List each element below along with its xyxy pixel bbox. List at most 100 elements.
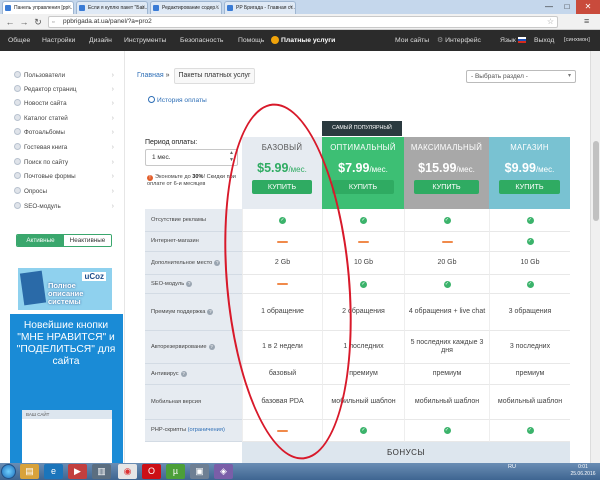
sidebar-item[interactable]: Редактор страниц ›	[14, 83, 114, 96]
check-icon: ✓	[526, 216, 534, 224]
not-included-icon	[358, 240, 369, 243]
buy-button[interactable]: КУПИТЬ	[332, 180, 394, 194]
sidebar-item[interactable]: Опросы ›	[14, 185, 114, 198]
feature-label: Интернет-магазин	[151, 238, 199, 244]
ie-icon[interactable]: e	[44, 464, 63, 479]
photoshop-icon[interactable]: ▣	[190, 464, 209, 479]
close-window-button[interactable]: ✕	[576, 0, 600, 14]
browser-menu-icon[interactable]: ≡	[584, 16, 589, 26]
nav-interface[interactable]: ⚙ Интерфейс	[437, 30, 481, 51]
feature-cell: 4 обращения + live chat	[404, 294, 489, 331]
nav-help[interactable]: Помощь	[238, 30, 264, 51]
help-icon[interactable]: ?	[180, 370, 187, 377]
plan-name: МАГАЗИН	[510, 143, 549, 152]
breadcrumb-current: Пакеты платных услуг	[174, 68, 255, 84]
banner-text: Новейшие кнопки "МНЕ НРАВИТСЯ" и "ПОДЕЛИ…	[16, 320, 116, 367]
url-input[interactable]: ▫ ppbrigada.at.ua/panel/?a=pro2 ☆	[48, 16, 558, 28]
utorrent-icon[interactable]: µ	[166, 464, 185, 479]
nav-design[interactable]: Дизайн	[89, 30, 112, 51]
help-icon[interactable]: ?	[207, 308, 214, 315]
gear-icon: ⚙	[437, 37, 444, 44]
sidebar-item[interactable]: Гостевая книга ›	[14, 141, 114, 154]
sidebar-item[interactable]: Почтовые формы ›	[14, 170, 114, 183]
system-clock[interactable]: 0:01 25.06.2016	[566, 464, 600, 478]
module-icon	[14, 187, 21, 194]
minimize-button[interactable]: —	[540, 0, 558, 14]
chevron-right-icon: ›	[111, 129, 114, 136]
close-tab-icon[interactable]: ×	[67, 2, 71, 14]
sidebar-item[interactable]: SEO-модуль ›	[14, 200, 114, 213]
check-icon: ✓	[360, 427, 367, 434]
nav-language[interactable]: Язык	[500, 30, 528, 51]
ucoz-ad-text: Полное описание системы	[48, 281, 84, 306]
back-icon[interactable]: ←	[4, 16, 16, 28]
period-select[interactable]: 1 мес. ▲ ▼	[145, 149, 238, 166]
feature-value: премиум	[515, 370, 545, 377]
close-tab-icon[interactable]: ×	[289, 2, 293, 14]
media-player-icon[interactable]: ▶	[68, 464, 87, 479]
close-tab-icon[interactable]: ×	[215, 2, 219, 14]
breadcrumb-home-link[interactable]: Главная	[137, 72, 164, 79]
module-icon	[14, 158, 21, 165]
system-tray-language[interactable]: RU	[508, 464, 516, 470]
section-select[interactable]: - Выбрать раздел - ▾	[466, 70, 576, 83]
scrollbar-thumb[interactable]	[593, 141, 599, 221]
nav-my-sites[interactable]: Мои сайты	[395, 30, 429, 51]
filter-inactive-button[interactable]: Неактивные	[64, 235, 111, 246]
sidebar-item[interactable]: Поиск по сайту ›	[14, 156, 114, 169]
forward-icon[interactable]: →	[18, 16, 30, 28]
ucoz-ad-banner[interactable]: uCoz Полное описание системы	[18, 268, 112, 310]
nav-logout[interactable]: Выход	[534, 30, 554, 51]
feature-value: 3 обращения	[508, 308, 552, 315]
nav-security[interactable]: Безопасность	[180, 30, 223, 51]
like-share-banner[interactable]: Новейшие кнопки "МНЕ НРАВИТСЯ" и "ПОДЕЛИ…	[10, 314, 123, 463]
chevron-right-icon: ›	[111, 188, 114, 195]
browser-tab[interactable]: Панель управления [pp... ×	[2, 1, 74, 14]
help-icon[interactable]: ?	[186, 280, 193, 287]
browser-tab[interactable]: Редактирование содер... ×	[150, 1, 222, 14]
filter-active-button[interactable]: Активные	[17, 235, 64, 246]
window-controls: — □ ✕	[540, 0, 600, 14]
sidebar-item[interactable]: Фотоальбомы ›	[14, 126, 114, 139]
discount-hint: ! Экономьте до 30%! Скидки при оплате от …	[147, 174, 236, 187]
feature-label-cell: Авторезервирование?	[145, 331, 242, 364]
maximize-button[interactable]: □	[558, 0, 576, 14]
help-icon[interactable]: ?	[208, 343, 215, 350]
browser-tab[interactable]: PP Бригада - Главная ст... ×	[224, 1, 296, 14]
nav-settings[interactable]: Настройки	[42, 30, 75, 51]
favicon-icon	[5, 5, 11, 11]
opera-icon[interactable]: O	[142, 464, 161, 479]
sidebar-item[interactable]: Новости сайта ›	[14, 97, 114, 110]
reload-icon[interactable]: ↻	[32, 16, 44, 28]
help-icon[interactable]: ?	[214, 259, 221, 266]
app-icon[interactable]: ◈	[214, 464, 233, 479]
start-button[interactable]	[1, 464, 16, 479]
chrome-icon[interactable]: ◉	[118, 464, 137, 479]
browser-tab[interactable]: Если я куплю пакет "Баз... ×	[76, 1, 148, 14]
feature-cell: мобильный шаблон	[489, 385, 570, 420]
nav-premium-services[interactable]: Платные услуги	[271, 30, 335, 51]
plan-name: МАКСИМАЛЬНЫЙ	[410, 143, 483, 152]
scrollbar[interactable]	[590, 51, 600, 463]
chevron-right-icon: ›	[111, 86, 114, 93]
chevron-right-icon: ›	[111, 100, 114, 107]
explorer-icon[interactable]: ▤	[20, 464, 39, 479]
payment-history-link[interactable]: История оплаты	[148, 96, 207, 104]
nav-general[interactable]: Общее	[8, 30, 30, 51]
plan-name: ОПТИМАЛЬНЫЙ	[330, 143, 396, 152]
plan-header: МАКСИМАЛЬНЫЙ $15.99/мес. КУПИТЬ	[404, 137, 489, 209]
folder-icon[interactable]: ▥	[92, 464, 111, 479]
feature-label-cell: Антивирус?	[145, 364, 242, 385]
feature-cell: 5 последних каждые 3 дня	[404, 331, 489, 364]
sidebar-item[interactable]: Пользователи ›	[14, 69, 114, 82]
buy-button[interactable]: КУПИТЬ	[414, 180, 479, 194]
restrictions-link[interactable]: (ограничения)	[188, 427, 225, 433]
close-tab-icon[interactable]: ×	[141, 2, 145, 14]
sidebar-item[interactable]: Каталог статей ›	[14, 112, 114, 125]
nav-tools[interactable]: Инструменты	[124, 30, 166, 51]
feature-value: 4 обращения + live chat	[408, 308, 486, 315]
bookmark-star-icon[interactable]: ☆	[547, 17, 554, 27]
buy-button[interactable]: КУПИТЬ	[499, 180, 560, 194]
nav-username[interactable]: [синхмон]	[564, 30, 590, 51]
favicon-icon	[153, 5, 159, 11]
